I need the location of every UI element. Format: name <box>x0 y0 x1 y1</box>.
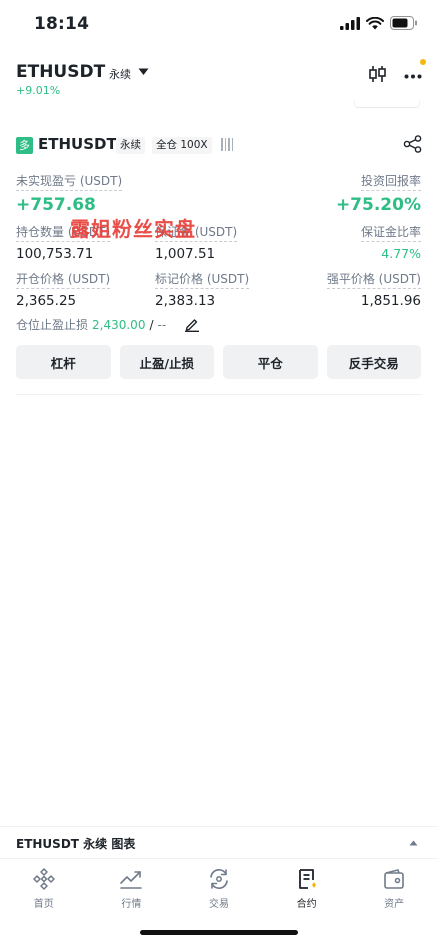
trade-icon <box>210 869 228 889</box>
chart-drawer-label: ETHUSDT 永续 图表 <box>16 837 136 851</box>
entry-price-field: 开仓价格 (USDT) 2,365.25 <box>16 268 111 309</box>
more-menu-button[interactable] <box>404 59 426 83</box>
wallet-icon <box>384 869 404 889</box>
tab-trade-label: 交易 <box>208 899 229 910</box>
mark-price-value: 2,383.13 <box>155 293 216 309</box>
entry-price-value: 2,365.25 <box>16 293 77 309</box>
status-time: 18:14 <box>34 14 90 34</box>
leverage-button[interactable]: 杠杆 <box>16 345 111 379</box>
price-change-percent: +9.01% <box>16 84 61 97</box>
liq-price-value: 1,851.96 <box>360 293 421 309</box>
position-symbol: ETHUSDT <box>38 135 117 153</box>
position-tpsl-row: 仓位止盈止损 2,430.00 / -- <box>16 316 200 333</box>
take-profit-value: 2,430.00 <box>92 317 146 332</box>
close-position-button[interactable]: 平仓 <box>223 345 318 379</box>
roe-label[interactable]: 投资回报率 <box>360 172 421 191</box>
margin-ratio-label[interactable]: 保证金比率 <box>360 223 421 242</box>
roe-value: +75.20% <box>335 195 421 215</box>
tab-assets-label: 资产 <box>384 899 405 910</box>
tab-home[interactable]: 首页 <box>0 859 88 918</box>
market-header: ETHUSDT 永续 +9.01% <box>16 58 426 102</box>
more-dots-icon <box>404 74 422 79</box>
chart-drawer-toggle[interactable]: ETHUSDT 永续 图表 <box>0 826 438 858</box>
position-header: 多 ETHUSDT 永续 全仓 100X <box>16 135 422 157</box>
caret-up-icon <box>409 840 418 846</box>
margin-value: 1,007.51 <box>155 246 216 262</box>
battery-icon <box>390 16 417 30</box>
liq-price-field: 强平价格 (USDT) 1,851.96 <box>326 268 421 309</box>
tab-futures-label: 合约 <box>296 899 317 910</box>
status-bar: 18:14 <box>0 0 438 50</box>
notification-dot <box>420 59 426 65</box>
cellular-signal-icon <box>340 16 360 30</box>
roe-field: 投资回报率 +75.20% <box>336 170 421 215</box>
stop-loss-value: -- <box>157 317 167 332</box>
reverse-position-button[interactable]: 反手交易 <box>326 345 421 379</box>
unrealized-pnl-label[interactable]: 未实现盈亏 (USDT) <box>16 172 123 191</box>
home-icon <box>33 868 55 890</box>
mark-price-label[interactable]: 标记价格 (USDT) <box>155 270 250 289</box>
bottom-tab-bar: 首页 行情 交易 合约 资产 <box>0 858 438 918</box>
header-actions <box>369 59 426 83</box>
markets-icon <box>120 871 143 889</box>
candlestick-chart-icon[interactable] <box>369 65 386 83</box>
signal-strength-icon <box>221 138 233 151</box>
position-size-value: 100,753.71 <box>16 246 94 262</box>
tpsl-label: 仓位止盈止损 <box>16 318 89 332</box>
margin-ratio-field: 保证金比率 4.77% <box>360 221 421 261</box>
tpsl-separator: / <box>149 317 154 332</box>
margin-ratio-value: 4.77% <box>381 246 421 261</box>
entry-price-label[interactable]: 开仓价格 (USDT) <box>16 270 111 289</box>
position-contract-type: 永续 <box>116 137 145 154</box>
tab-markets-label: 行情 <box>121 899 142 910</box>
tab-markets[interactable]: 行情 <box>88 859 176 918</box>
margin-mode-badge[interactable]: 全仓 100X <box>152 137 212 154</box>
unrealized-pnl-field: 未实现盈亏 (USDT) +757.68 <box>16 170 123 215</box>
mark-price-field: 标记价格 (USDT) 2,383.13 <box>155 268 250 309</box>
tab-trade[interactable]: 交易 <box>175 859 263 918</box>
tab-home-label: 首页 <box>33 899 54 910</box>
status-icons <box>340 16 418 30</box>
long-side-badge: 多 <box>16 137 33 154</box>
contract-type-label: 永续 <box>109 68 131 81</box>
tab-assets[interactable]: 资产 <box>350 859 438 918</box>
tpsl-button[interactable]: 止盈/止损 <box>119 345 214 379</box>
unrealized-pnl-value: +757.68 <box>16 195 96 215</box>
watermark-text: 露姐粉丝实盘 <box>70 217 196 241</box>
wifi-icon <box>366 16 384 29</box>
position-actions: 杠杆 止盈/止损 平仓 反手交易 <box>16 345 421 379</box>
caret-down-icon[interactable] <box>138 68 149 76</box>
section-divider <box>16 394 422 395</box>
liq-price-label[interactable]: 强平价格 (USDT) <box>326 270 421 289</box>
collapsed-panel-edge <box>354 101 420 108</box>
home-indicator <box>140 930 298 935</box>
edit-pencil-icon[interactable] <box>184 317 200 332</box>
symbol-selector[interactable]: ETHUSDT <box>16 62 105 82</box>
share-icon[interactable] <box>403 135 422 153</box>
tab-futures[interactable]: 合约 <box>263 859 351 918</box>
futures-icon <box>298 869 316 889</box>
